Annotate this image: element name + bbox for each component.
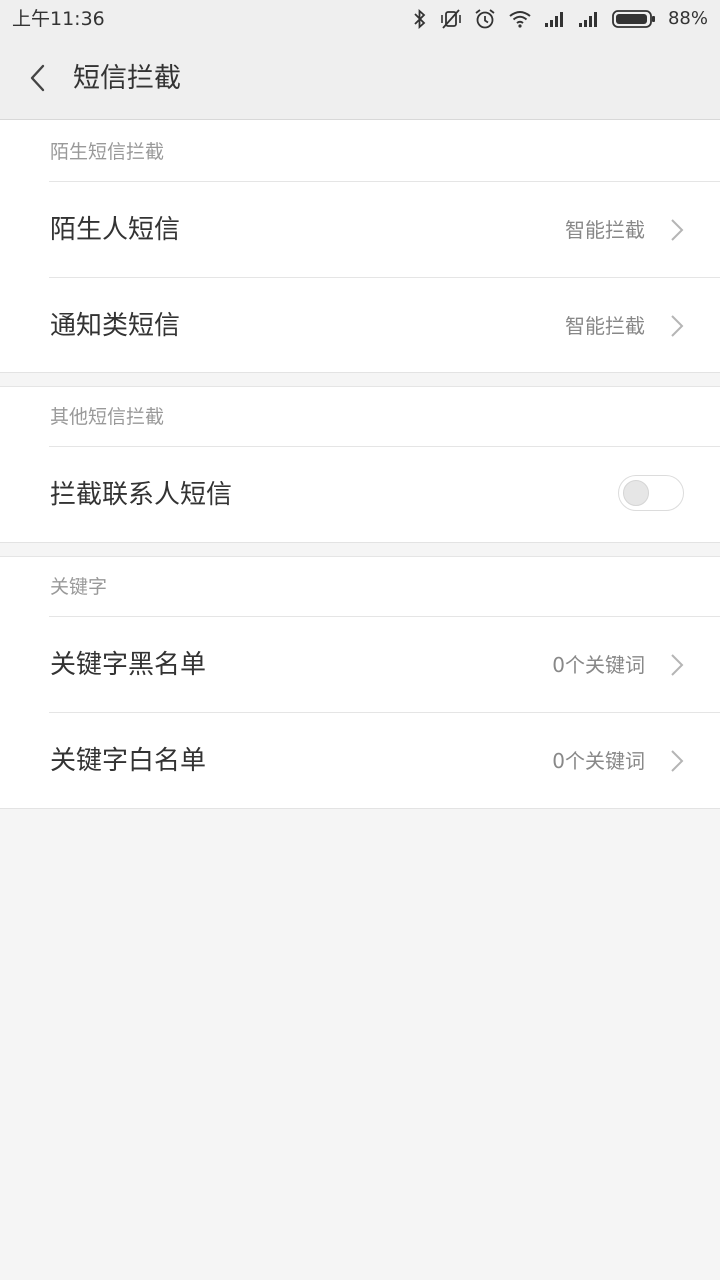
row-block-contacts-sms[interactable]: 拦截联系人短信 (0, 447, 720, 543)
divider (0, 808, 720, 809)
section-header: 陌生短信拦截 (50, 141, 165, 163)
section-keywords: 关键字 关键字黑名单 0个关键词 关键字白名单 0个关键词 (0, 556, 720, 809)
row-label: 拦截联系人短信 (50, 480, 233, 510)
alarm-icon (474, 8, 496, 30)
bluetooth-icon (412, 8, 428, 30)
battery-percent: 88% (667, 8, 708, 29)
chevron-right-icon (670, 314, 684, 338)
section-other-sms: 其他短信拦截 拦截联系人短信 (0, 386, 720, 543)
signal-icon (544, 10, 566, 28)
status-icons: 88% (412, 6, 708, 32)
chevron-right-icon (670, 749, 684, 773)
divider (0, 542, 720, 543)
row-label: 通知类短信 (50, 311, 181, 341)
wifi-icon (508, 9, 532, 29)
row-stranger-sms[interactable]: 陌生人短信 智能拦截 (0, 182, 720, 278)
section-header: 其他短信拦截 (50, 406, 165, 428)
battery-icon (612, 9, 656, 29)
row-value: 0个关键词 (552, 749, 645, 773)
divider (0, 386, 720, 387)
status-bar: 上午11:36 88% (0, 0, 720, 38)
toggle-knob (623, 480, 649, 506)
row-label: 陌生人短信 (50, 215, 181, 245)
row-notification-sms[interactable]: 通知类短信 智能拦截 (0, 278, 720, 374)
divider (0, 372, 720, 373)
row-value: 智能拦截 (565, 218, 645, 242)
vibrate-off-icon (440, 8, 462, 30)
row-keyword-blacklist[interactable]: 关键字黑名单 0个关键词 (0, 617, 720, 713)
row-label: 关键字黑名单 (50, 650, 207, 680)
signal-icon (578, 10, 600, 28)
row-keyword-whitelist[interactable]: 关键字白名单 0个关键词 (0, 713, 720, 809)
row-label: 关键字白名单 (50, 746, 207, 776)
chevron-left-icon[interactable] (26, 62, 50, 94)
page-title: 短信拦截 (73, 63, 181, 94)
status-time: 上午11:36 (12, 8, 105, 30)
chevron-right-icon (670, 653, 684, 677)
section-stranger-sms: 陌生短信拦截 陌生人短信 智能拦截 通知类短信 智能拦截 (0, 120, 720, 373)
block-contacts-toggle[interactable] (618, 475, 684, 511)
chevron-right-icon (670, 218, 684, 242)
row-value: 智能拦截 (565, 314, 645, 338)
section-header: 关键字 (50, 576, 108, 598)
row-value: 0个关键词 (552, 653, 645, 677)
header-bar: 短信拦截 (0, 38, 720, 120)
divider (0, 556, 720, 557)
